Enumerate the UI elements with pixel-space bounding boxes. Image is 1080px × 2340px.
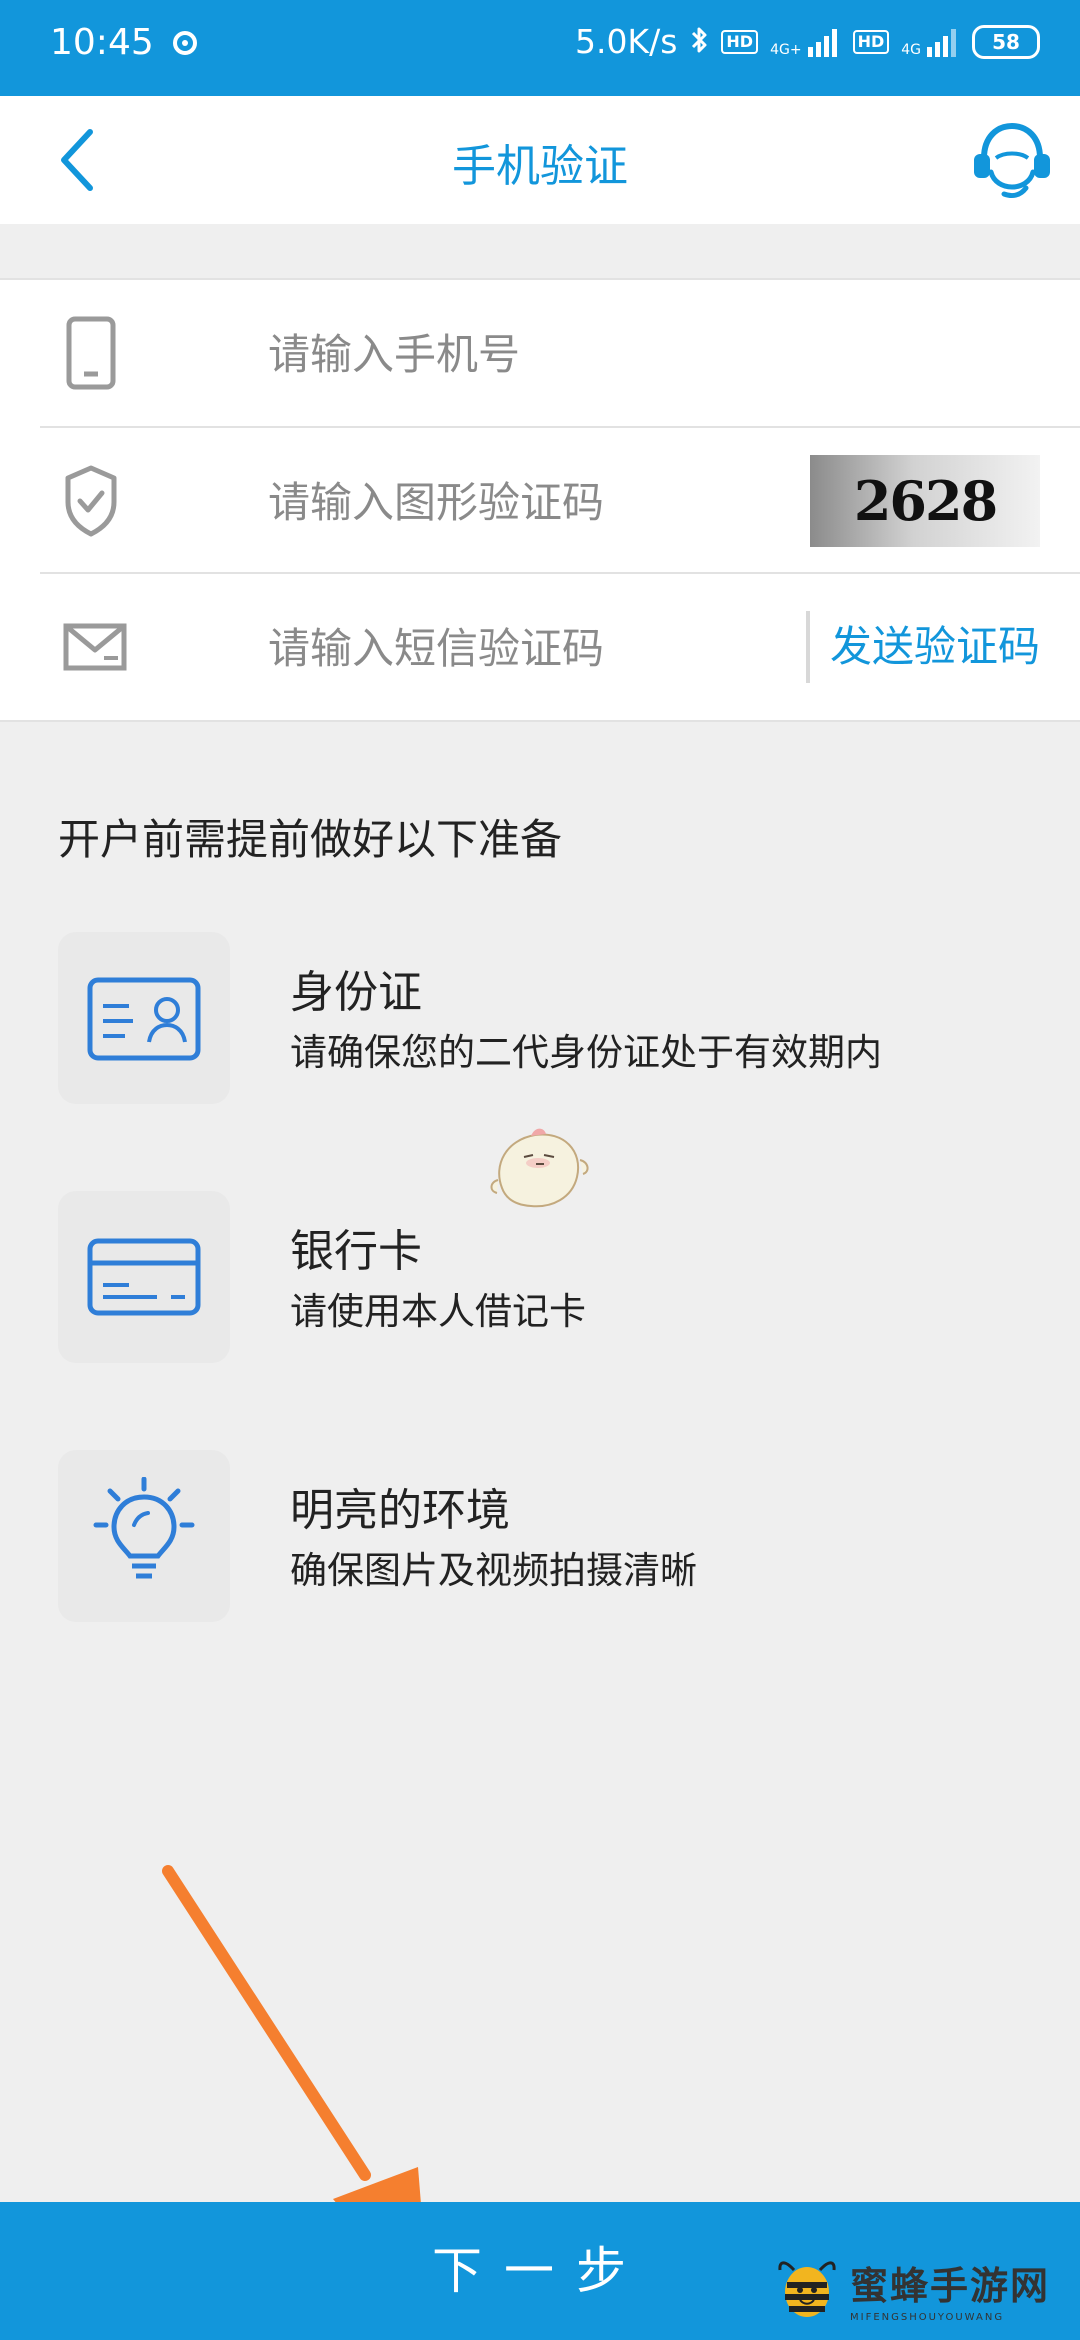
phone-row xyxy=(40,280,1080,425)
hd-badge-1: HD xyxy=(721,29,759,54)
network-type-1: 4G+ xyxy=(770,41,802,58)
site-watermark: 蜜蜂手游网 MIFENGSHOUYOUWANG xyxy=(772,2246,1062,2332)
captcha-input[interactable] xyxy=(266,476,810,528)
app-notification-icon xyxy=(172,30,197,55)
network-type-2: 4G xyxy=(901,41,921,58)
signal-group-1: 4G+ xyxy=(770,27,841,57)
verification-form: 2628 发送验证码 xyxy=(0,278,1080,722)
send-code-button[interactable]: 发送验证码 xyxy=(806,611,1040,683)
status-right: 5.0K/s HD 4G+ HD 4G 58 xyxy=(575,22,1040,61)
preparation-item-name: 明亮的环境 xyxy=(290,1485,510,1536)
light-bulb-icon xyxy=(58,1450,230,1622)
preparation-item-bank-card: 银行卡 请使用本人借记卡 xyxy=(58,1191,1038,1363)
preparation-item-desc: 确保图片及视频拍摄清晰 xyxy=(290,1549,697,1592)
customer-service-button[interactable] xyxy=(966,114,1058,206)
preparation-item-id-card: 身份证 请确保您的二代身份证处于有效期内 xyxy=(58,932,1038,1104)
bank-card-icon xyxy=(58,1191,230,1363)
bee-logo-icon xyxy=(778,2261,836,2317)
watermark-title: 蜜蜂手游网 xyxy=(850,2264,1051,2308)
preparation-item-name: 银行卡 xyxy=(290,1226,422,1277)
watermark-text: 蜜蜂手游网 MIFENGSHOUYOUWANG xyxy=(850,2255,1050,2323)
status-time: 10:45 xyxy=(50,22,154,63)
phone-input[interactable] xyxy=(266,328,810,380)
sms-code-input[interactable] xyxy=(266,622,810,674)
bluetooth-icon xyxy=(692,27,707,52)
mail-icon xyxy=(60,608,127,686)
signal-strength-icon-2 xyxy=(927,28,956,57)
status-left: 10:45 xyxy=(50,22,200,63)
mascot-sticker xyxy=(488,1124,592,1214)
captcha-row: 2628 xyxy=(40,426,1080,573)
watermark-subtitle: MIFENGSHOUYOUWANG xyxy=(850,2312,1005,2323)
status-bar: 10:45 5.0K/s HD 4G+ HD 4G 58 xyxy=(0,0,1080,96)
preparation-item-desc: 请确保您的二代身份证处于有效期内 xyxy=(290,1031,882,1074)
signal-strength-icon xyxy=(807,28,837,57)
preparation-item-desc: 请使用本人借记卡 xyxy=(290,1290,586,1333)
preparation-item-bright-environment: 明亮的环境 确保图片及视频拍摄清晰 xyxy=(58,1450,1038,1622)
phone-icon xyxy=(60,314,122,392)
shield-check-icon xyxy=(60,462,122,540)
battery-indicator: 58 xyxy=(972,24,1040,59)
app-header: 手机验证 xyxy=(0,96,1080,224)
hd-badge-2: HD xyxy=(852,29,890,54)
preparation-item-name: 身份证 xyxy=(290,967,422,1018)
sms-row: 发送验证码 xyxy=(40,572,1080,719)
headset-icon xyxy=(974,122,1050,199)
captcha-image[interactable]: 2628 xyxy=(810,455,1040,547)
page-title: 手机验证 xyxy=(452,141,628,192)
signal-group-2: 4G xyxy=(901,27,960,57)
id-card-icon xyxy=(58,932,230,1104)
preparation-title: 开户前需提前做好以下准备 xyxy=(58,815,563,864)
network-speed: 5.0K/s xyxy=(574,22,678,61)
